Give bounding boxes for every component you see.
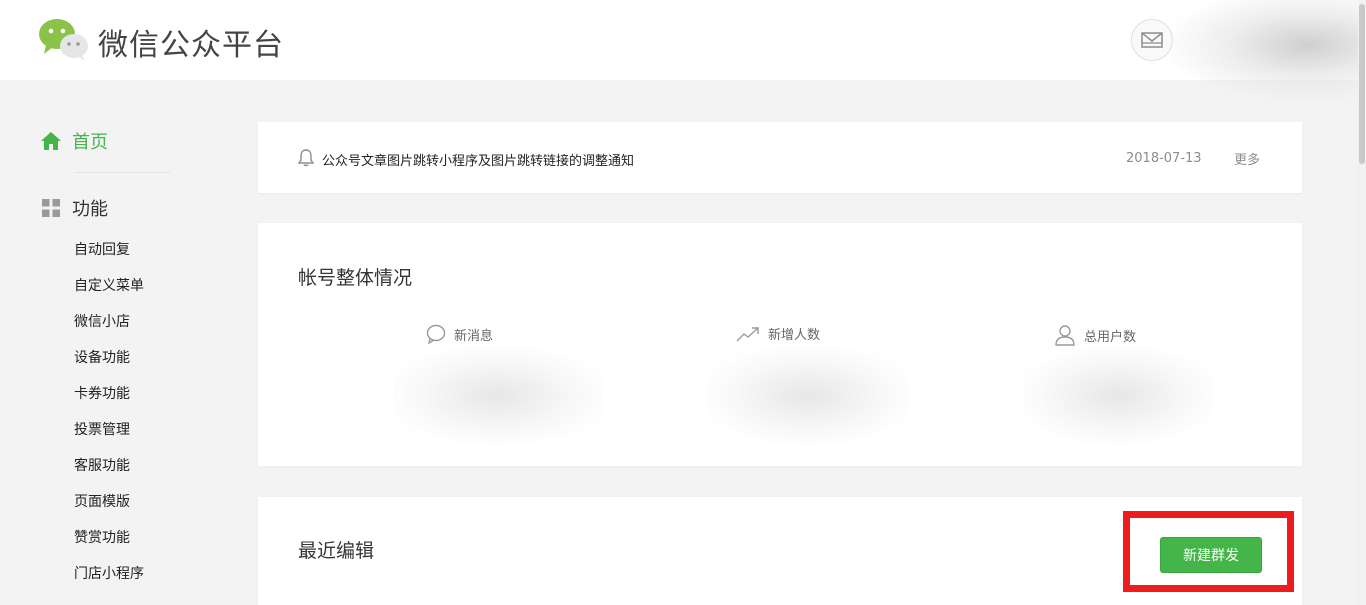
mail-icon: [1141, 32, 1163, 48]
sidebar-item-voting[interactable]: 投票管理: [74, 420, 144, 456]
wechat-logo-icon[interactable]: [38, 18, 90, 62]
mail-button[interactable]: [1131, 19, 1173, 61]
bell-icon: [298, 149, 314, 167]
account-overview-card: 帐号整体情况 新消息 新增人数 总用户数: [258, 223, 1302, 466]
chat-bubble-icon: [426, 324, 446, 344]
recent-title: 最近编辑: [298, 540, 375, 562]
sidebar-item-home[interactable]: 首页: [40, 128, 108, 154]
stat-new-followers[interactable]: 新增人数: [736, 324, 820, 343]
highlight-annotation: [1123, 511, 1294, 592]
sidebar-item-coupons[interactable]: 卡券功能: [74, 384, 144, 420]
notice-more-link[interactable]: 更多: [1234, 149, 1260, 168]
sidebar-item-store-miniprogram[interactable]: 门店小程序: [74, 564, 144, 600]
stat-total-users[interactable]: 总用户数: [1054, 324, 1136, 346]
sidebar-features-label: 功能: [72, 199, 108, 220]
stat-label: 新消息: [454, 328, 494, 344]
stat-value-redacted: [1023, 348, 1213, 443]
notice-date: 2018-07-13: [1126, 151, 1202, 166]
sidebar-item-custom-menu[interactable]: 自定义菜单: [74, 276, 144, 312]
user-icon: [1055, 325, 1075, 346]
stat-label: 新增人数: [768, 328, 821, 343]
trend-up-icon: [736, 326, 759, 341]
notice-card: 公众号文章图片跳转小程序及图片跳转链接的调整通知 2018-07-13 更多: [258, 122, 1302, 193]
brand-title[interactable]: 微信公众平台: [98, 20, 284, 64]
grid-icon: [42, 199, 60, 217]
sidebar: 首页 功能 自动回复 自定义菜单 微信小店 设备功能 卡券功能 投票管理 客服功…: [0, 80, 240, 605]
page-scrollbar[interactable]: [1358, 0, 1366, 605]
stat-value-redacted: [708, 348, 908, 443]
sidebar-item-customer-service[interactable]: 客服功能: [74, 456, 144, 492]
sidebar-item-reward[interactable]: 赞赏功能: [74, 528, 144, 564]
sidebar-item-device[interactable]: 设备功能: [74, 348, 144, 384]
sidebar-home-label: 首页: [72, 132, 108, 153]
home-icon: [41, 132, 61, 150]
notice-link[interactable]: 公众号文章图片跳转小程序及图片跳转链接的调整通知: [322, 150, 634, 169]
overview-title: 帐号整体情况: [298, 267, 413, 289]
sidebar-divider: [74, 172, 170, 173]
stat-value-redacted: [393, 348, 603, 443]
top-header: 微信公众平台: [0, 0, 1366, 100]
sidebar-item-wechat-shop[interactable]: 微信小店: [74, 312, 144, 348]
scrollbar-thumb[interactable]: [1359, 4, 1365, 164]
sidebar-item-features[interactable]: 功能: [42, 195, 108, 221]
stat-new-messages[interactable]: 新消息: [426, 324, 493, 344]
sidebar-item-auto-reply[interactable]: 自动回复: [74, 240, 144, 276]
sidebar-item-page-templates[interactable]: 页面模版: [74, 492, 144, 528]
stat-label: 总用户数: [1084, 329, 1137, 345]
header-redacted-area: [1170, 0, 1366, 100]
sidebar-feature-list: 自动回复 自定义菜单 微信小店 设备功能 卡券功能 投票管理 客服功能 页面模版…: [74, 240, 144, 600]
